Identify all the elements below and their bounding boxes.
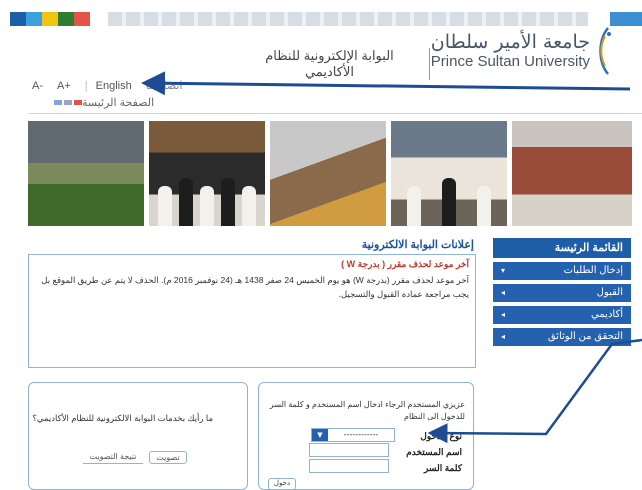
photo-banner [28, 121, 637, 226]
menu-item-requests[interactable]: إدخال الطلبات ▾ [493, 262, 631, 280]
chevron-left-icon: ◂ [501, 310, 506, 319]
announcement-headline[interactable]: آخر موعد لحذف مقرر ( بدرجة W ) [35, 259, 469, 270]
color-theme-icon[interactable] [52, 100, 82, 105]
portal-title: البوابة الإلكترونية للنظام الأكاديمي [240, 48, 430, 80]
username-field[interactable] [309, 443, 389, 457]
brand-color-strip [10, 12, 90, 26]
password-label: كلمة السر [423, 463, 462, 473]
language-switch-link[interactable]: English [96, 80, 132, 92]
login-type-select[interactable]: ▼ ------------ [311, 428, 395, 442]
header-band [108, 12, 588, 26]
top-utility-bar: A- A+ | English اتصل بنا [32, 79, 196, 93]
login-button[interactable]: دخول [268, 478, 296, 490]
language-arrow-icon [141, 71, 631, 96]
chevron-down-icon: ▾ [501, 266, 506, 275]
chevron-left-icon: ◂ [501, 288, 506, 297]
login-instructions: عزيزي المستخدم الرجاء ادخال اسم المستخدم… [269, 400, 465, 421]
ceremony-photo [149, 121, 265, 226]
menu-item-label: القبول [596, 287, 623, 298]
university-logo[interactable]: جامعة الأمير سلطان Prince Sultan Univers… [431, 26, 614, 76]
menu-item-label: إدخال الطلبات [563, 265, 623, 276]
logo-arabic-text: جامعة الأمير سلطان [430, 31, 590, 53]
contact-link[interactable]: اتصل بنا [146, 79, 183, 92]
main-menu-title: القائمة الرئيسة [493, 238, 631, 258]
logo-english-text: Prince Sultan University [430, 53, 590, 70]
logo-emblem-icon [599, 27, 611, 75]
chevron-left-icon: ◂ [501, 332, 506, 341]
divider [28, 113, 642, 114]
username-label: اسم المستخدم [406, 447, 462, 457]
divider: | [84, 79, 88, 92]
vote-button[interactable]: تصويت [149, 451, 187, 464]
font-decrease-button[interactable]: A- [32, 80, 43, 92]
main-menu: القائمة الرئيسة إدخال الطلبات ▾ القبول ◂… [493, 238, 631, 346]
menu-item-academic[interactable]: أكاديمي ◂ [493, 306, 631, 324]
building-photo [512, 121, 632, 226]
poll-panel: ما رأيك بخدمات البوابة الالكترونية للنظا… [28, 382, 248, 490]
header-band-accent [610, 12, 642, 26]
announcements-panel: إعلانات البوابة الالكترونية آخر موعد لحذ… [28, 238, 476, 368]
campus-photo [28, 121, 144, 226]
menu-item-label: أكاديمي [591, 309, 623, 320]
home-link[interactable]: الصفحة الرئيسة [82, 96, 154, 109]
lobby-photo [270, 121, 386, 226]
login-type-label: نوع الدخول [420, 431, 462, 441]
announcements-box: آخر موعد لحذف مقرر ( بدرجة W ) آخر موعد … [28, 254, 476, 368]
poll-question: ما رأيك بخدمات البوابة الالكترونية للنظا… [32, 413, 213, 423]
announcement-body: آخر موعد لحذف مقرر (بدرجة W) هو يوم الخم… [41, 275, 469, 299]
award-photo [391, 121, 507, 226]
login-type-value: ------------ [343, 430, 379, 439]
home-nav: الصفحة الرئيسة [36, 96, 154, 109]
chevron-down-icon: ▼ [312, 429, 328, 441]
menu-item-admission[interactable]: القبول ◂ [493, 284, 631, 302]
menu-item-document-verification[interactable]: التحقق من الوثائق ◂ [493, 328, 631, 346]
password-field[interactable] [309, 459, 389, 473]
font-increase-button[interactable]: A+ [57, 80, 71, 92]
menu-item-label: التحقق من الوثائق [547, 331, 623, 342]
poll-results-link[interactable]: نتيجة التصويت [83, 451, 143, 464]
announcements-title: إعلانات البوابة الالكترونية [361, 239, 474, 251]
